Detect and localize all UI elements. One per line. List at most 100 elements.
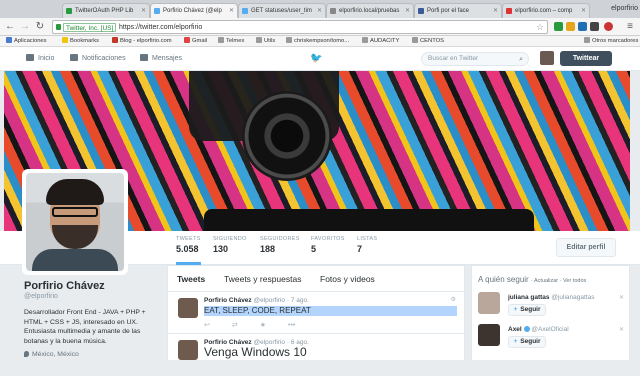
- folder-icon: [362, 37, 368, 43]
- close-tab-icon[interactable]: ✕: [493, 4, 498, 18]
- tab-tweets-replies[interactable]: Tweets y respuestas: [224, 274, 301, 284]
- url-text[interactable]: https://twitter.com/elporfirio: [119, 23, 202, 32]
- close-tab-icon[interactable]: ✕: [317, 4, 322, 18]
- stat-tweets[interactable]: TWEETS 5.058: [176, 236, 201, 265]
- address-bar[interactable]: Twitter, Inc. [US] https://twitter.com/e…: [52, 20, 548, 34]
- edit-profile-button[interactable]: Editar perfil: [556, 238, 616, 257]
- browser-tab[interactable]: Porfi por el face ✕: [414, 3, 502, 18]
- bookmark-star-icon[interactable]: ☆: [536, 22, 544, 33]
- extension-icon[interactable]: [566, 22, 575, 31]
- bookmark-item[interactable]: AUDACITY: [362, 37, 399, 46]
- close-tab-icon[interactable]: ✕: [581, 4, 586, 18]
- tab-tweets[interactable]: Tweets: [177, 274, 205, 284]
- dismiss-icon[interactable]: ✕: [619, 294, 624, 301]
- search-input[interactable]: Buscar en Twitter ⌕: [421, 52, 529, 66]
- extension-badge-icon[interactable]: [604, 22, 613, 31]
- favorite-icon[interactable]: ★: [260, 322, 266, 329]
- user-avatar[interactable]: [540, 51, 554, 65]
- folder-icon: [412, 37, 418, 43]
- photo-beard: [52, 225, 98, 249]
- profile-location: México, México: [24, 351, 164, 358]
- stat-lists[interactable]: LISTAS 7: [357, 236, 377, 254]
- tweet-item[interactable]: Porfirio Chávez @elporfirio · 7 ago. EAT…: [168, 292, 464, 334]
- verified-badge-icon: [523, 326, 530, 332]
- bell-icon: [70, 54, 78, 61]
- tweet-meta: Porfirio Chávez @elporfirio · 7 ago.: [204, 297, 309, 304]
- tweet-avatar[interactable]: [178, 340, 198, 360]
- bookmark-item[interactable]: Aplicaciones: [6, 37, 47, 46]
- bookmark-item[interactable]: Blog - elporfirio.com: [112, 37, 172, 46]
- bookmark-item[interactable]: Telmex: [218, 37, 244, 46]
- tweet-item[interactable]: Porfirio Chávez @elporfirio · 6 ago. Ven…: [168, 334, 464, 376]
- tweet-actions: ↩ ⇄ ★ •••: [204, 321, 317, 329]
- twitter-bird-icon[interactable]: 🐦: [310, 53, 322, 64]
- folder-icon: [256, 37, 262, 43]
- profile-name[interactable]: Porfirio Chávez: [24, 280, 164, 292]
- reload-icon[interactable]: ↻: [34, 21, 46, 33]
- forward-arrow-icon[interactable]: →: [19, 21, 31, 33]
- search-icon[interactable]: ⌕: [519, 54, 523, 66]
- reply-icon[interactable]: ↩: [204, 322, 210, 329]
- nav-notifications[interactable]: Notificaciones: [70, 47, 126, 71]
- banner-camera-lens: [242, 91, 332, 181]
- browser-tab[interactable]: GET statuses/user_tim ✕: [238, 3, 326, 18]
- bookmark-item[interactable]: CENTOS: [412, 37, 444, 46]
- apps-icon: [6, 37, 12, 43]
- other-bookmarks[interactable]: Otros marcadores: [584, 37, 638, 46]
- secure-badge[interactable]: Twitter, Inc. [US]: [63, 23, 117, 32]
- bookmark-item[interactable]: Gmail: [184, 37, 207, 46]
- gmail-icon: [184, 37, 190, 43]
- home-icon: [26, 54, 34, 61]
- location-pin-icon: [24, 351, 29, 357]
- page-favicon-icon: [330, 8, 336, 14]
- tweet-text: Venga Windows 10: [204, 345, 307, 359]
- nav-messages[interactable]: Mensajes: [140, 47, 182, 71]
- menu-icon[interactable]: ≡: [624, 21, 636, 33]
- profile-picture[interactable]: [22, 169, 128, 275]
- browser-tab[interactable]: elporfirio.com – comp ✕: [502, 3, 590, 18]
- folder-icon: [218, 37, 224, 43]
- profile-handle[interactable]: @elporfirio: [24, 293, 164, 300]
- suggestion-avatar[interactable]: [478, 324, 500, 346]
- suggestion-avatar[interactable]: [478, 292, 500, 314]
- lock-icon: [56, 24, 61, 30]
- extension-icon[interactable]: [554, 22, 563, 31]
- browser-tab-active[interactable]: Porfirio Chávez (@elp ✕: [150, 3, 238, 18]
- envelope-icon: [140, 54, 148, 61]
- follow-button[interactable]: Seguir: [508, 336, 546, 348]
- close-tab-icon[interactable]: ✕: [229, 4, 234, 18]
- back-arrow-icon[interactable]: ←: [4, 21, 16, 33]
- extension-icon[interactable]: [578, 22, 587, 31]
- stat-favorites[interactable]: FAVORITOS 5: [311, 236, 345, 254]
- bookmark-item[interactable]: chriskempson/tomo...: [286, 37, 349, 46]
- tweet-menu-icon[interactable]: ⚙: [451, 296, 456, 303]
- browser-tab[interactable]: elporfirio.local/pruebas ✕: [326, 3, 414, 18]
- stat-following[interactable]: SIGUIENDO 130: [213, 236, 247, 254]
- bookmarks-bar: Aplicaciones Bookmarks Blog - elporfirio…: [0, 36, 640, 47]
- stat-followers[interactable]: SEGUIDORES 188: [260, 236, 300, 254]
- timeline-tabs: Tweets Tweets y respuestas Fotos y video…: [168, 266, 464, 292]
- bookmark-item[interactable]: Bookmarks: [62, 37, 99, 46]
- browser-profile-name[interactable]: elporfirio: [611, 3, 638, 15]
- who-to-follow: A quién seguir · Actualizar · Ver todos …: [471, 265, 630, 360]
- bookmark-item[interactable]: Utils: [256, 37, 275, 46]
- tweet-button[interactable]: Twittear: [560, 51, 612, 66]
- folder-icon: [286, 37, 292, 43]
- browser-toolbar: ← → ↻ Twitter, Inc. [US] https://twitter…: [0, 18, 640, 36]
- more-icon[interactable]: •••: [288, 322, 295, 329]
- follow-button[interactable]: Seguir: [508, 304, 546, 316]
- tweet-avatar[interactable]: [178, 298, 198, 318]
- dismiss-icon[interactable]: ✕: [619, 326, 624, 333]
- folder-icon: [584, 37, 590, 43]
- nav-home[interactable]: Inicio: [26, 47, 54, 71]
- browser-tab[interactable]: TwitterOAuth PHP Lib ✕: [62, 3, 150, 18]
- extension-icon[interactable]: [590, 22, 599, 31]
- close-tab-icon[interactable]: ✕: [141, 4, 146, 18]
- profile-bio: Desarrollador Front End - JAVA + PHP + H…: [24, 309, 146, 345]
- timeline: Tweets Tweets y respuestas Fotos y video…: [167, 265, 465, 360]
- retweet-icon[interactable]: ⇄: [232, 322, 238, 329]
- banner-phone: [204, 209, 534, 231]
- close-tab-icon[interactable]: ✕: [405, 4, 410, 18]
- tab-photos-videos[interactable]: Fotos y videos: [320, 274, 375, 284]
- youtube-favicon-icon: [506, 8, 512, 14]
